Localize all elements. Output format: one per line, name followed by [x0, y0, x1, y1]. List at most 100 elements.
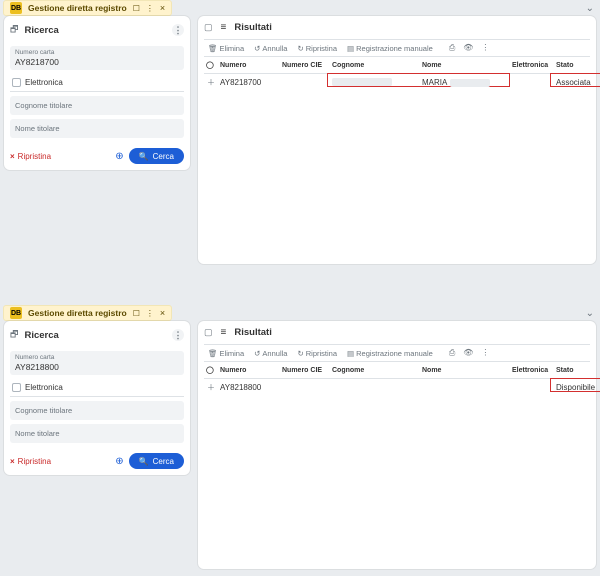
bookmark-icon[interactable]: ☐ [133, 4, 140, 13]
results-toolbar: 🗑Elimina ↺Annulla ↻Ripristina ▤Registraz… [204, 344, 590, 362]
table-header: ◯ Numero Numero CIE Cognome Nome Elettro… [204, 57, 600, 74]
note-icon: ▤ [347, 44, 354, 53]
toolbar-ripristina[interactable]: ↻Ripristina [297, 349, 337, 358]
elettronica-row[interactable]: Elettronica [10, 74, 184, 92]
elettronica-checkbox[interactable] [12, 383, 21, 392]
search-button[interactable]: 🔍 Cerca [129, 148, 184, 164]
reset-label: Ripristina [18, 152, 51, 161]
col-elettronica: Elettronica [510, 362, 554, 379]
search-more-icon[interactable]: ⋮ [172, 24, 184, 36]
cell-stato: Disponibile [556, 383, 595, 392]
search-panel: 🗗 Ricerca ⋮ Numero carta AY8218800 Elett… [4, 321, 190, 475]
print-icon[interactable]: ⎙ [449, 348, 455, 358]
print-icon[interactable]: ⎙ [449, 43, 455, 53]
layout-toggle-icon[interactable]: ▢ [204, 22, 213, 33]
numero-carta-label: Numero carta [15, 354, 179, 361]
undo-icon: ↺ [254, 44, 260, 53]
elettronica-checkbox[interactable] [12, 78, 21, 87]
kebab-icon[interactable]: ⋮ [146, 309, 154, 318]
search-button[interactable]: 🔍 Cerca [129, 453, 184, 469]
search-heading: Ricerca [24, 25, 58, 36]
redacted-nome-rest [450, 79, 490, 87]
cell-numero: AY8218700 [218, 74, 280, 92]
eye-icon[interactable]: 👁 [463, 348, 473, 358]
list-icon[interactable]: ≡ [221, 22, 227, 33]
col-nome: Nome [420, 362, 510, 379]
reset-button[interactable]: × Ripristina [10, 457, 51, 466]
col-cognome: Cognome [330, 362, 420, 379]
cognome-placeholder: Cognome titolare [15, 99, 179, 112]
zoom-icon[interactable]: ⊕ [115, 151, 123, 162]
elettronica-row[interactable]: Elettronica [10, 379, 184, 397]
results-heading: Risultati [234, 22, 271, 33]
cognome-placeholder: Cognome titolare [15, 404, 179, 417]
layout-toggle-icon[interactable]: ▢ [204, 327, 213, 338]
toolbar-elimina[interactable]: 🗑Elimina [208, 349, 244, 358]
cognome-field[interactable]: Cognome titolare [10, 401, 184, 420]
col-select[interactable]: ◯ [204, 57, 218, 74]
expand-icon[interactable]: ＋ [204, 74, 218, 92]
chevron-down-icon[interactable]: ⌄ [586, 308, 594, 319]
results-panel: ▢ ≡ Risultati 🗑Elimina ↺Annulla ↻Riprist… [198, 321, 596, 569]
toolbar-more-icon[interactable]: ⋮ [481, 43, 489, 53]
toolbar-registrazione[interactable]: ▤Registrazione manuale [347, 44, 433, 53]
toolbar-ripristina[interactable]: ↻Ripristina [297, 44, 337, 53]
list-icon[interactable]: ≡ [221, 327, 227, 338]
redacted-surname [332, 78, 392, 86]
col-stato: Stato [554, 362, 600, 379]
app-instance-b: DB Gestione diretta registro ☐ ⋮ × ⌄ 🗗 R… [0, 305, 600, 575]
col-stato: Stato [554, 57, 600, 74]
results-panel: ▢ ≡ Risultati 🗑Elimina ↺Annulla ↻Riprist… [198, 16, 596, 264]
magnifier-icon: 🔍 [139, 457, 149, 466]
nome-placeholder: Nome titolare [15, 427, 179, 440]
nome-placeholder: Nome titolare [15, 122, 179, 135]
toolbar-annulla[interactable]: ↺Annulla [254, 44, 287, 53]
numero-carta-label: Numero carta [15, 49, 179, 56]
zoom-icon[interactable]: ⊕ [115, 456, 123, 467]
reset-button[interactable]: × Ripristina [10, 152, 51, 161]
table-row[interactable]: ＋ AY8218700 MARIA Associata [204, 74, 600, 92]
toolbar-annulla[interactable]: ↺Annulla [254, 349, 287, 358]
tab-bar: DB Gestione diretta registro ☐ ⋮ × [3, 0, 172, 16]
numero-carta-value: AY8218700 [15, 57, 179, 67]
kebab-icon[interactable]: ⋮ [146, 4, 154, 13]
table-row[interactable]: ＋ AY8218800 Disponibile [204, 379, 600, 397]
col-numero-cie: Numero CIE [280, 57, 330, 74]
eye-icon[interactable]: 👁 [463, 43, 473, 53]
nome-field[interactable]: Nome titolare [10, 119, 184, 138]
nome-field[interactable]: Nome titolare [10, 424, 184, 443]
toolbar-elimina[interactable]: 🗑Elimina [208, 44, 244, 53]
results-toolbar: 🗑Elimina ↺Annulla ↻Ripristina ▤Registraz… [204, 39, 590, 57]
cell-stato: Associata [556, 78, 591, 87]
col-select[interactable]: ◯ [204, 362, 218, 379]
search-panel-icon: 🗗 [10, 327, 18, 343]
numero-carta-field[interactable]: Numero carta AY8218700 [10, 46, 184, 70]
app-badge: DB [10, 2, 22, 14]
tab-title[interactable]: Gestione diretta registro [28, 308, 127, 318]
chevron-down-icon[interactable]: ⌄ [586, 3, 594, 14]
results-table: ◯ Numero Numero CIE Cognome Nome Elettro… [204, 57, 600, 91]
numero-carta-field[interactable]: Numero carta AY8218800 [10, 351, 184, 375]
cell-nome: MARIA [422, 78, 447, 87]
cognome-field[interactable]: Cognome titolare [10, 96, 184, 115]
col-nome: Nome [420, 57, 510, 74]
search-heading: Ricerca [24, 330, 58, 341]
app-badge: DB [10, 307, 22, 319]
search-panel: 🗗 Ricerca ⋮ Numero carta AY8218700 Elett… [4, 16, 190, 170]
expand-icon[interactable]: ＋ [204, 379, 218, 397]
trash-icon: 🗑 [208, 44, 218, 53]
results-heading: Risultati [234, 327, 271, 338]
search-more-icon[interactable]: ⋮ [172, 329, 184, 341]
table-header: ◯ Numero Numero CIE Cognome Nome Elettro… [204, 362, 600, 379]
tab-title[interactable]: Gestione diretta registro [28, 3, 127, 13]
close-icon[interactable]: × [160, 3, 165, 13]
col-numero-cie: Numero CIE [280, 362, 330, 379]
col-numero: Numero [218, 362, 280, 379]
bookmark-icon[interactable]: ☐ [133, 309, 140, 318]
col-cognome: Cognome [330, 57, 420, 74]
close-icon[interactable]: × [160, 308, 165, 318]
col-numero: Numero [218, 57, 280, 74]
toolbar-more-icon[interactable]: ⋮ [481, 348, 489, 358]
redo-icon: ↻ [297, 44, 303, 53]
toolbar-registrazione[interactable]: ▤Registrazione manuale [347, 349, 433, 358]
